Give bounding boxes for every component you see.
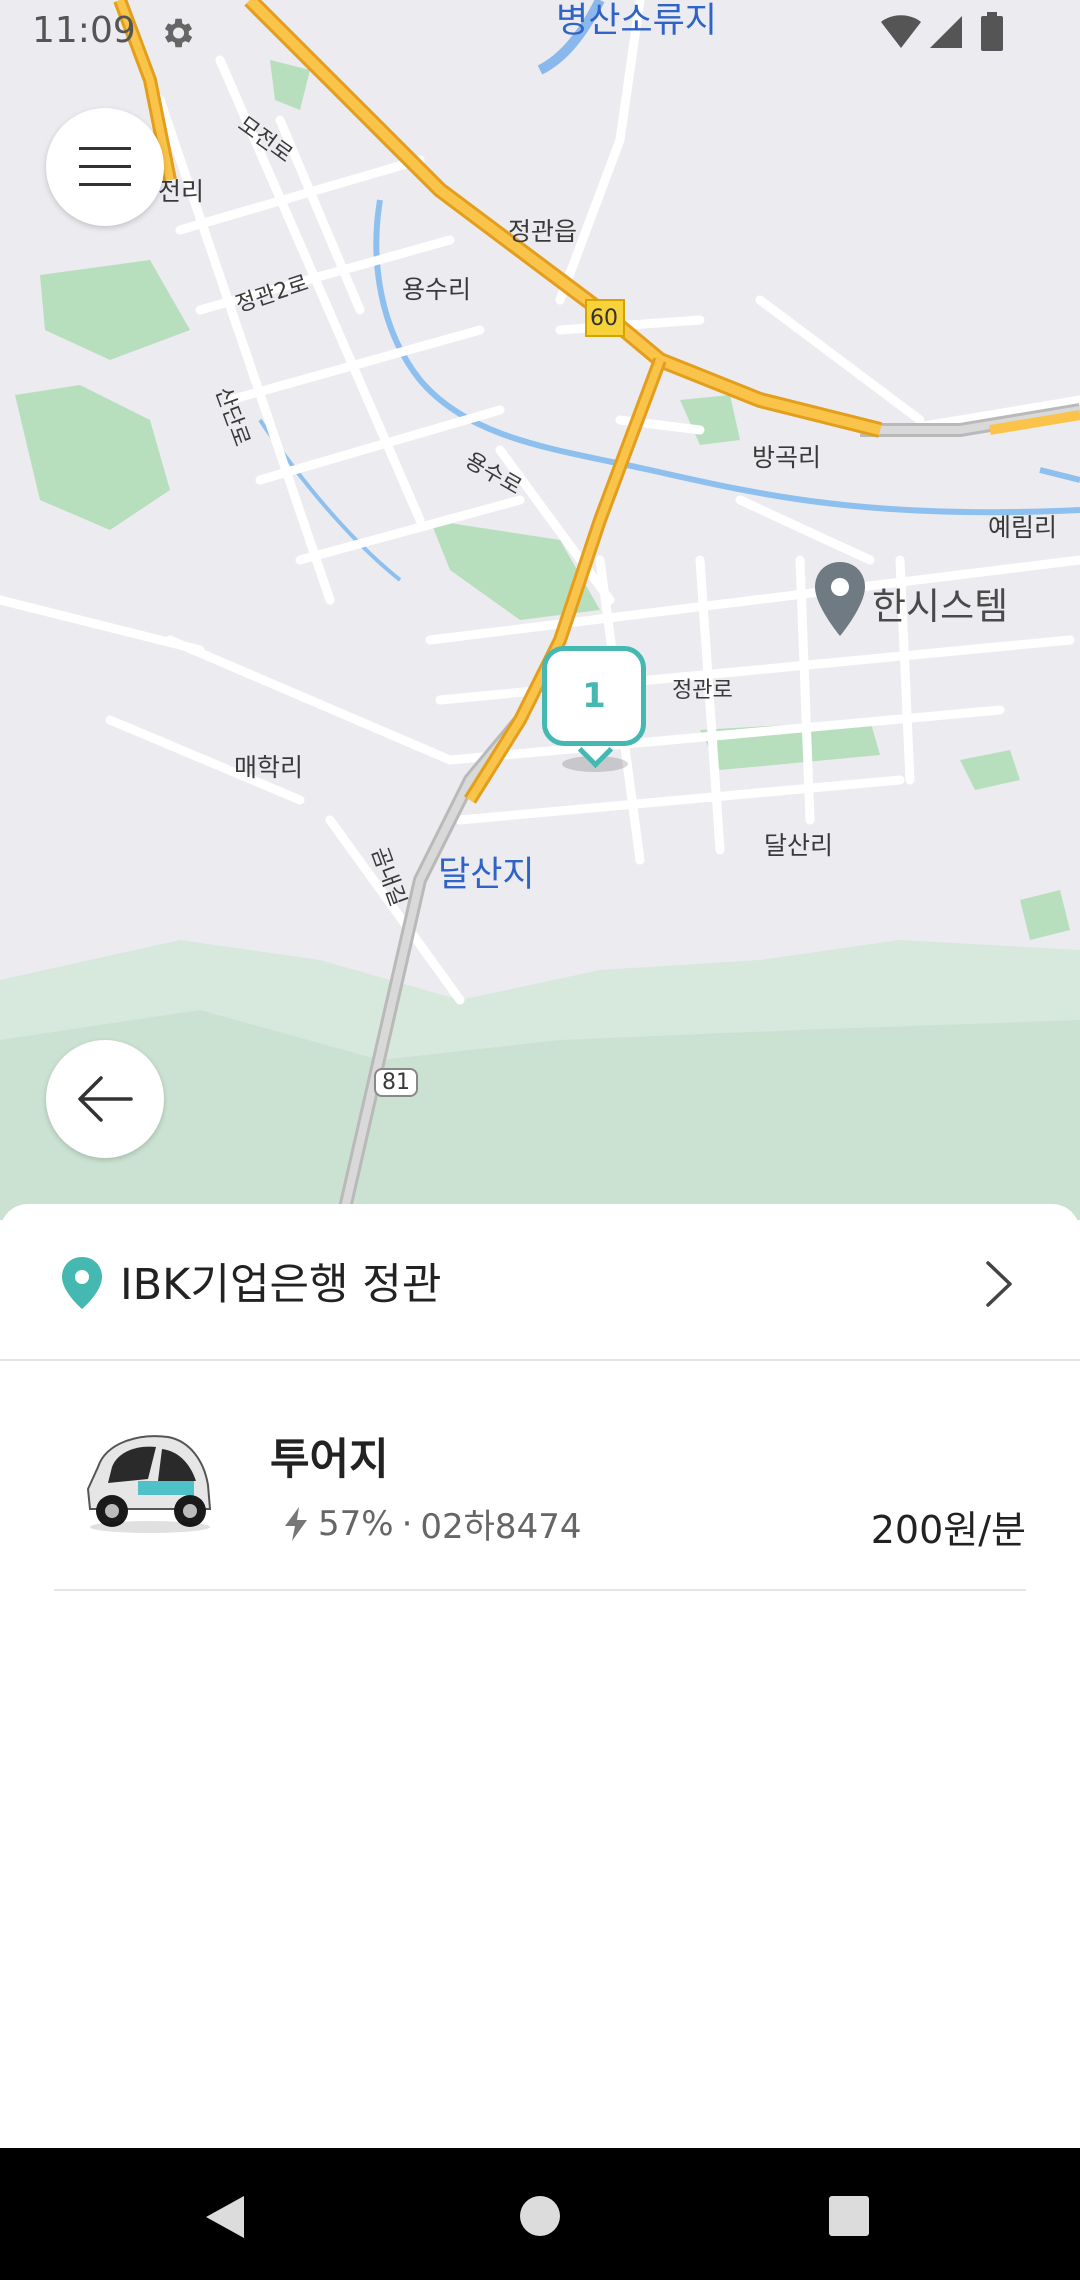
station-name: IBK기업은행 정관 (120, 1260, 442, 1310)
menu-button[interactable] (46, 108, 164, 226)
station-header[interactable]: IBK기업은행 정관 (0, 1204, 1080, 1361)
map-label: 정관로 (672, 678, 733, 703)
system-nav-bar (0, 2148, 1080, 2280)
car-thumbnail (86, 1435, 212, 1533)
map-label: 용수리 (402, 275, 472, 304)
status-bar: 11:09 (0, 0, 1080, 64)
wifi-icon (881, 15, 921, 48)
back-triangle-icon[interactable] (204, 2194, 246, 2240)
lightning-icon (285, 1506, 307, 1541)
car-meta: 57% · 02하8474 (282, 1499, 581, 1548)
poi-label: 한시스템 (872, 585, 1009, 628)
bottom-sheet: IBK기업은행 정관 투어지 57% · 02하8474 200원/분 (0, 1204, 1080, 2148)
hamburger-menu-icon (79, 147, 131, 186)
battery-level: 57% (318, 1503, 394, 1544)
arrow-left-icon (78, 1076, 133, 1122)
map-label: 정관읍 (508, 217, 578, 246)
map-label: 달산지 (438, 855, 535, 895)
cluster-count: 1 (582, 676, 606, 716)
map-label: 매학리 (234, 753, 304, 782)
chevron-right-icon[interactable] (984, 1260, 1014, 1308)
map-label: 예림리 (988, 513, 1058, 542)
route-60-shield: 60 (590, 306, 618, 331)
map-label: 전리 (158, 177, 205, 206)
map-pin-icon (815, 562, 865, 636)
battery-icon (981, 12, 1003, 51)
map-label: 방곡리 (752, 443, 822, 472)
status-time: 11:09 (32, 10, 136, 51)
car-model-name: 투어지 (270, 1435, 389, 1485)
map-view[interactable]: 병산소류지 전리 모전로 정관읍 정관2로 용수리 60 산단로 방곡리 용수로… (0, 0, 1080, 1220)
home-circle-icon[interactable] (518, 2194, 562, 2238)
signal-icon (930, 16, 962, 48)
recents-square-icon[interactable] (828, 2195, 870, 2237)
vehicle-cluster-marker[interactable]: 1 (542, 646, 646, 746)
location-pin-icon (62, 1257, 102, 1309)
gear-icon (164, 18, 193, 48)
license-plate: 02하8474 (420, 1507, 582, 1547)
map-label: 달산리 (764, 831, 834, 860)
back-button[interactable] (46, 1040, 164, 1158)
rental-price: 200원/분 (870, 1508, 1026, 1552)
vehicle-list-item[interactable]: 투어지 57% · 02하8474 200원/분 (54, 1369, 1026, 1591)
route-81-shield: 81 (374, 1068, 418, 1097)
meta-separator: · (401, 1503, 413, 1544)
